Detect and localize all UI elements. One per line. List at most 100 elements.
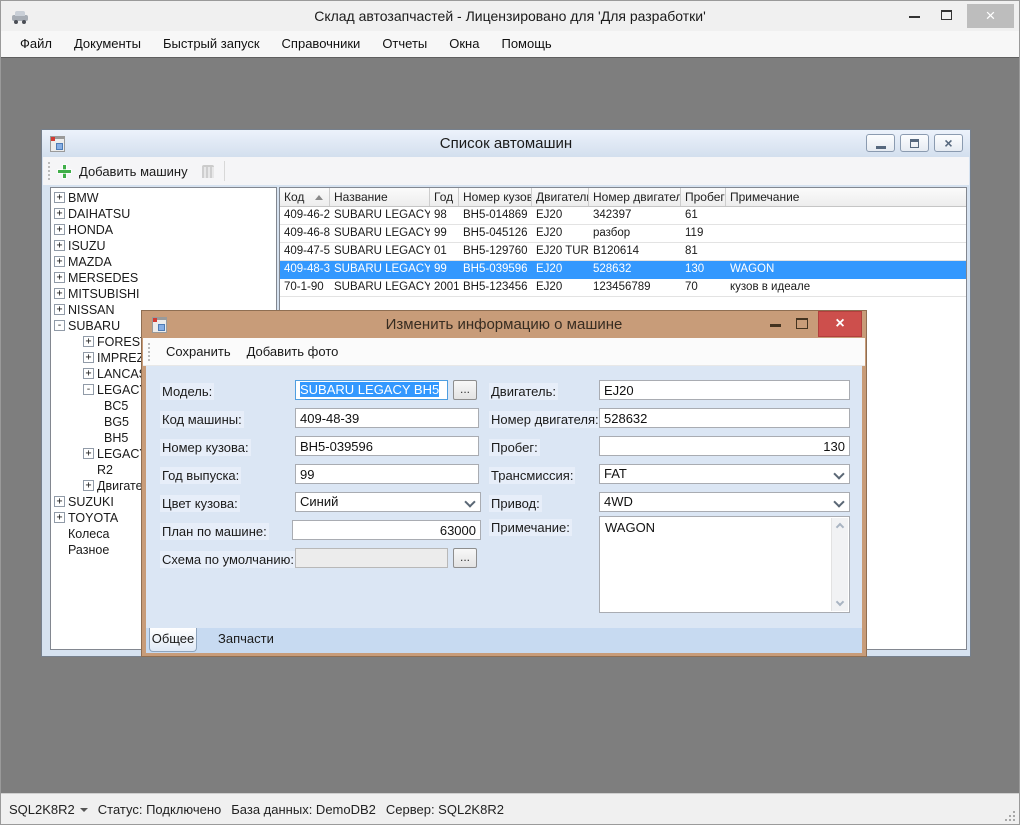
table-row[interactable]: 409-47-5 SUBARU LEGACY BH5 01 BH5-129760…	[280, 243, 966, 261]
column-header-mileage[interactable]: Пробег	[681, 188, 726, 206]
sort-ascending-icon	[315, 195, 323, 200]
tree-item-label: BG5	[104, 415, 129, 429]
column-header-engine-number[interactable]: Номер двигателя	[589, 188, 681, 206]
table-row[interactable]: 409-46-81 SUBARU LEGACY BH5 99 BH5-04512…	[280, 225, 966, 243]
body-color-select[interactable]: Синий	[295, 492, 481, 512]
transmission-value: FAT	[604, 466, 627, 481]
menu-item-directories[interactable]: Справочники	[271, 31, 372, 57]
expander-icon[interactable]: +	[54, 256, 65, 267]
expander-icon[interactable]: -	[83, 384, 94, 395]
expander-icon[interactable]: +	[54, 496, 65, 507]
tree-item-mersedes[interactable]: +MERSEDES	[51, 270, 276, 286]
year-field[interactable]	[295, 464, 479, 484]
maximize-button[interactable]	[931, 1, 961, 31]
child-minimize-button[interactable]	[866, 134, 895, 152]
tree-item-mitsubishi[interactable]: +MITSUBISHI	[51, 286, 276, 302]
tree-item-label: MITSUBISHI	[68, 287, 140, 301]
child-close-button[interactable]	[934, 134, 963, 152]
close-button[interactable]	[967, 4, 1014, 28]
child-restore-button[interactable]	[900, 134, 929, 152]
tree-item-daihatsu[interactable]: +DAIHATSU	[51, 206, 276, 222]
note-label: Примечание:	[489, 519, 572, 536]
menu-item-reports[interactable]: Отчеты	[371, 31, 438, 57]
table-row[interactable]: 70-1-90 SUBARU LEGACY BH5 2001 BH5-12345…	[280, 279, 966, 297]
expander-icon[interactable]: +	[83, 368, 94, 379]
note-text: WAGON	[605, 520, 655, 535]
database-status: База данных: DemoDB2	[231, 802, 376, 817]
expander-icon[interactable]: +	[54, 288, 65, 299]
server-selector[interactable]: SQL2K8R2	[9, 802, 88, 817]
model-browse-button[interactable]: ...	[453, 380, 477, 400]
drive-select[interactable]: 4WD	[599, 492, 850, 512]
tree-item-honda[interactable]: +HONDA	[51, 222, 276, 238]
tree-item-bmw[interactable]: +BMW	[51, 190, 276, 206]
cell-year: 99	[430, 225, 459, 242]
expander-icon[interactable]: +	[83, 448, 94, 459]
delete-icon[interactable]	[202, 165, 214, 178]
column-header-body-number[interactable]: Номер кузова	[459, 188, 532, 206]
engine-field[interactable]	[599, 380, 850, 400]
status-bar: SQL2K8R2 Статус: Подключено База данных:…	[1, 793, 1019, 825]
drive-value: 4WD	[604, 494, 633, 509]
expander-icon[interactable]: +	[54, 192, 65, 203]
mdi-area: Список автомашин Добавить машину +BMW	[1, 57, 1019, 793]
add-icon	[58, 165, 71, 178]
menu-item-documents[interactable]: Документы	[63, 31, 152, 57]
dialog-close-button[interactable]	[818, 311, 862, 337]
table-row[interactable]: 409-46-24 SUBARU LEGACY BH5 98 BH5-01486…	[280, 207, 966, 225]
menu-item-file[interactable]: Файл	[9, 31, 63, 57]
connection-status: Статус: Подключено	[98, 802, 222, 817]
menu-item-quick-launch[interactable]: Быстрый запуск	[152, 31, 271, 57]
combo-arrow-icon	[465, 498, 475, 508]
cell-engine-number: B120614	[589, 243, 681, 260]
expander-icon[interactable]: +	[54, 240, 65, 251]
dialog-minimize-button[interactable]	[770, 324, 781, 327]
cell-code: 409-48-39	[280, 261, 330, 278]
engine-number-field[interactable]	[599, 408, 850, 428]
tree-item-mazda[interactable]: +MAZDA	[51, 254, 276, 270]
column-header-year[interactable]: Год	[430, 188, 459, 206]
table-row-selected[interactable]: 409-48-39 SUBARU LEGACY BH5 99 BH5-03959…	[280, 261, 966, 279]
menu-item-windows[interactable]: Окна	[438, 31, 490, 57]
column-header-name[interactable]: Название	[330, 188, 430, 206]
body-number-field[interactable]	[295, 436, 479, 456]
expander-icon[interactable]: +	[83, 336, 94, 347]
cell-engine: EJ20	[532, 279, 589, 296]
add-photo-button[interactable]: Добавить фото	[247, 344, 339, 359]
tab-parts[interactable]: Запчасти	[208, 628, 284, 650]
tab-general[interactable]: Общее	[149, 628, 197, 652]
cell-name: SUBARU LEGACY BH5	[330, 225, 430, 242]
expander-icon[interactable]: +	[54, 224, 65, 235]
tree-item-label: NISSAN	[68, 303, 115, 317]
car-code-field[interactable]	[295, 408, 479, 428]
minimize-button[interactable]	[899, 1, 929, 31]
cell-note	[726, 225, 966, 242]
maximize-icon	[941, 10, 952, 20]
resize-grip[interactable]	[1013, 819, 1015, 821]
default-scheme-browse-button[interactable]: ...	[453, 548, 477, 568]
column-header-code[interactable]: Код	[280, 188, 330, 206]
save-button[interactable]: Сохранить	[166, 344, 231, 359]
expander-icon[interactable]: +	[83, 480, 94, 491]
mileage-field[interactable]	[599, 436, 850, 456]
textarea-scrollbar[interactable]	[831, 518, 848, 611]
cell-note: WAGON	[726, 261, 966, 278]
expander-icon[interactable]: +	[54, 304, 65, 315]
dialog-maximize-button[interactable]	[796, 318, 808, 329]
note-textarea[interactable]: WAGON	[599, 516, 850, 613]
expander-icon[interactable]: +	[54, 512, 65, 523]
expander-icon[interactable]: -	[54, 320, 65, 331]
tree-item-isuzu[interactable]: +ISUZU	[51, 238, 276, 254]
column-header-engine[interactable]: Двигатель	[532, 188, 589, 206]
add-car-button[interactable]: Добавить машину	[50, 164, 188, 179]
tree-item-label: ISUZU	[68, 239, 106, 253]
car-plan-field[interactable]	[292, 520, 481, 540]
menu-item-help[interactable]: Помощь	[490, 31, 562, 57]
model-field[interactable]: SUBARU LEGACY BH5	[295, 380, 448, 400]
column-header-note[interactable]: Примечание	[726, 188, 966, 206]
car-plan-label: План по машине:	[160, 523, 269, 540]
expander-icon[interactable]: +	[54, 208, 65, 219]
expander-icon[interactable]: +	[54, 272, 65, 283]
expander-icon[interactable]: +	[83, 352, 94, 363]
transmission-select[interactable]: FAT	[599, 464, 850, 484]
